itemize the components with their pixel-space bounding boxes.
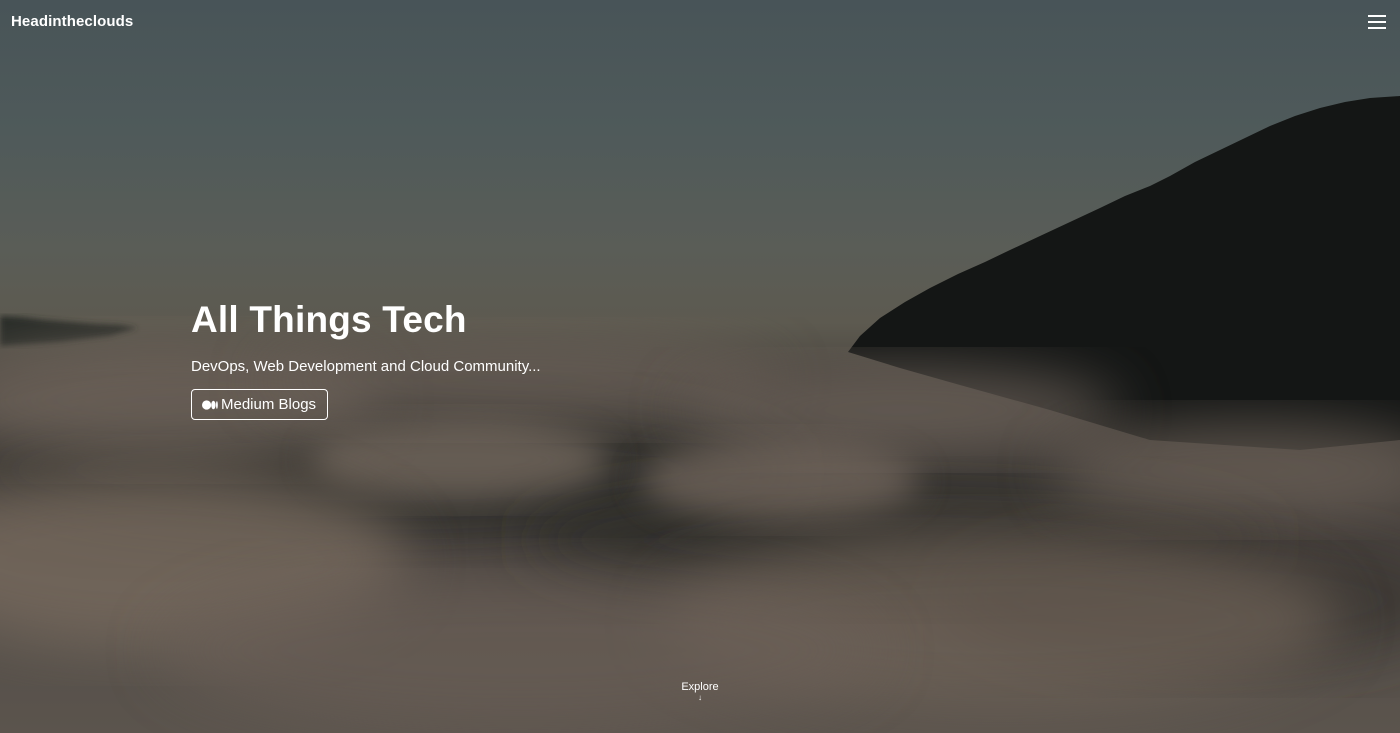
menu-line [1368, 15, 1386, 17]
medium-blogs-label: Medium Blogs [221, 396, 317, 413]
hamburger-menu-icon[interactable] [1368, 14, 1386, 30]
menu-line [1368, 21, 1386, 23]
hero-title: All Things Tech [191, 299, 467, 340]
explore-link[interactable]: Explore ↓ [0, 681, 1400, 702]
navbar: Headintheclouds [0, 0, 1400, 46]
brand-logo-link[interactable]: Headintheclouds [11, 13, 133, 30]
hero-section: Headintheclouds All Things Tech DevOps, … [0, 0, 1400, 733]
arrow-down-icon: ↓ [698, 693, 702, 702]
menu-line [1368, 27, 1386, 29]
hero-content: All Things Tech DevOps, Web Development … [191, 296, 791, 420]
medium-logo-icon [202, 399, 218, 410]
medium-blogs-button[interactable]: Medium Blogs [191, 389, 329, 420]
hero-subtitle: DevOps, Web Development and Cloud Commun… [191, 358, 541, 375]
